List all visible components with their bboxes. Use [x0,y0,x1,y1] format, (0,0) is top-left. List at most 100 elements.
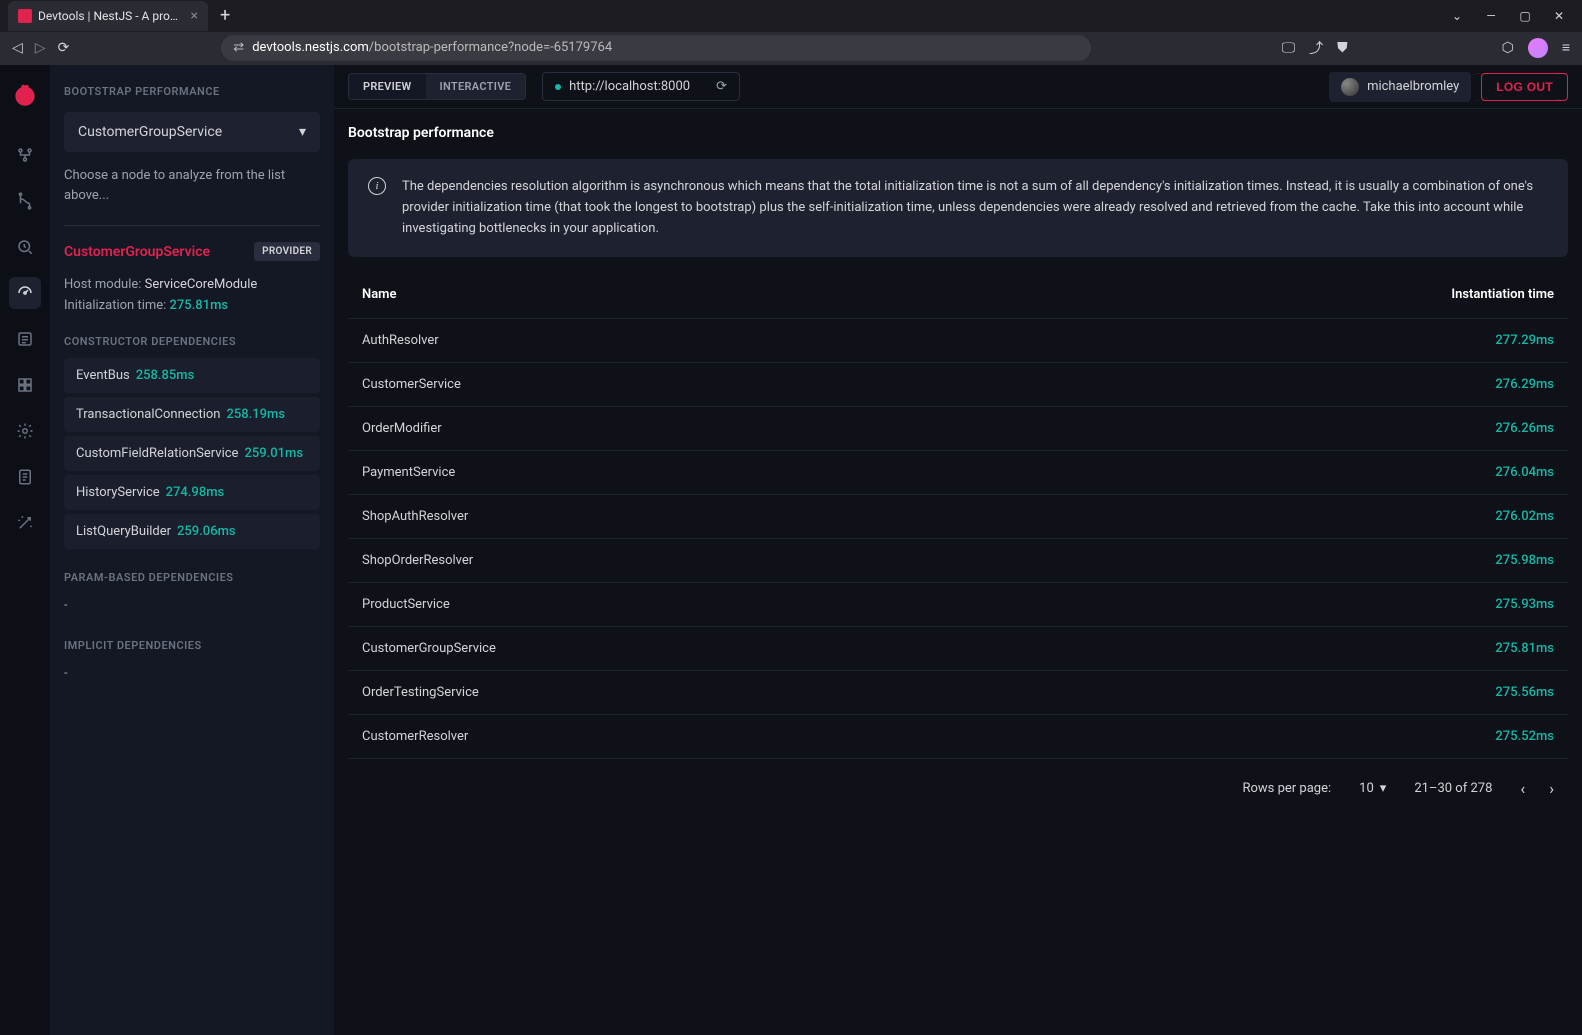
user-chip[interactable]: michaelbromley [1329,72,1471,102]
main: PREVIEW INTERACTIVE http://localhost:800… [334,65,1582,1035]
new-tab-button[interactable]: + [220,5,230,26]
lock-icon: ⇄ [233,40,244,55]
info-icon: i [368,177,386,195]
panel-heading: BOOTSTRAP PERFORMANCE [64,85,320,98]
rail-list-icon[interactable] [9,323,41,355]
row-time: 275.93ms [1394,597,1554,612]
rail-speed-icon[interactable] [9,277,41,309]
page-nav: ‹ › [1520,779,1554,798]
rail-doc-icon[interactable] [9,461,41,493]
init-time-row: Initialization time: 275.81ms [64,298,320,313]
share-icon[interactable]: ⤴ [1309,38,1323,58]
row-time: 276.02ms [1394,509,1554,524]
table-row[interactable]: CustomerService276.29ms [348,363,1568,407]
shield-icon[interactable]: ⛊ [1337,40,1348,56]
url-host: devtools.nestjs.com [252,40,369,55]
constructor-deps-list: EventBus 258.85ms TransactionalConnection… [64,358,320,549]
row-name: CustomerService [362,377,1394,392]
desktop-icon[interactable]: 🖵 [1282,40,1296,56]
avatar [1341,78,1359,96]
rpp-select[interactable]: 10 ▾ [1359,781,1386,796]
minimize-button[interactable]: — [1484,9,1498,23]
menu-icon[interactable]: ≡ [1562,39,1570,56]
favicon [18,9,32,23]
reload-button[interactable]: ⟳ [58,40,70,56]
host-module-value: ServiceCoreModule [145,277,258,292]
col-time-header: Instantiation time [1394,287,1554,302]
app: BOOTSTRAP PERFORMANCE CustomerGroupServi… [0,65,1582,1035]
table-row[interactable]: PaymentService276.04ms [348,451,1568,495]
nav-bar: ◁ ▷ ⟳ ⇄ devtools.nestjs.com/bootstrap-pe… [0,32,1582,65]
rail-grid-icon[interactable] [9,369,41,401]
table-row[interactable]: ShopAuthResolver276.02ms [348,495,1568,539]
close-window-button[interactable]: ✕ [1552,9,1566,23]
page-range: 21–30 of 278 [1414,781,1492,796]
table-row[interactable]: CustomerResolver275.52ms [348,715,1568,759]
forward-button[interactable]: ▷ [35,40,46,56]
dep-item[interactable]: TransactionalConnection 258.19ms [64,397,320,432]
row-name: ShopOrderResolver [362,553,1394,568]
window-controls: ⌄ — ▢ ✕ [1450,9,1582,23]
interactive-tab[interactable]: INTERACTIVE [426,74,526,99]
dep-item[interactable]: EventBus 258.85ms [64,358,320,393]
dep-time: 258.19ms [226,407,285,422]
status-dot [555,84,561,90]
dep-time: 274.98ms [166,485,225,500]
profile-avatar[interactable] [1528,38,1548,58]
maximize-button[interactable]: ▢ [1518,9,1532,23]
rail-branch-icon[interactable] [9,185,41,217]
table-body: AuthResolver277.29msCustomerService276.2… [348,319,1568,759]
dep-item[interactable]: HistoryService 274.98ms [64,475,320,510]
node-select[interactable]: CustomerGroupService ▾ [64,112,320,152]
helper-text: Choose a node to analyze from the list a… [64,166,320,205]
implicit-deps-heading: IMPLICIT DEPENDENCIES [64,639,320,652]
rail-gear-icon[interactable] [9,415,41,447]
param-deps-empty: - [64,594,320,617]
dep-name: CustomFieldRelationService [76,446,238,461]
table-row[interactable]: ProductService275.93ms [348,583,1568,627]
table-row[interactable]: CustomerGroupService275.81ms [348,627,1568,671]
table-row[interactable]: OrderTestingService275.56ms [348,671,1568,715]
nestjs-logo[interactable] [11,83,39,111]
refresh-icon[interactable]: ⟳ [716,79,727,94]
dep-time: 259.01ms [244,446,303,461]
prev-page-button[interactable]: ‹ [1520,779,1525,798]
table-row[interactable]: AuthResolver277.29ms [348,319,1568,363]
browser-chrome: Devtools | NestJS - A progressive × + ⌄ … [0,0,1582,65]
rail-search-icon[interactable] [9,231,41,263]
side-panel: BOOTSTRAP PERFORMANCE CustomerGroupServi… [50,65,334,1035]
chevron-down-icon[interactable]: ⌄ [1450,9,1464,23]
dep-item[interactable]: ListQueryBuilder 259.06ms [64,514,320,549]
rail-graph-icon[interactable] [9,139,41,171]
extensions-icon[interactable]: ⬡ [1502,40,1514,56]
next-page-button[interactable]: › [1549,779,1554,798]
host-chip[interactable]: http://localhost:8000 ⟳ [542,72,740,101]
row-time: 277.29ms [1394,333,1554,348]
row-name: ProductService [362,597,1394,612]
row-name: OrderTestingService [362,685,1394,700]
close-icon[interactable]: × [191,8,198,24]
browser-tab[interactable]: Devtools | NestJS - A progressive × [8,1,208,31]
table-row[interactable]: OrderModifier276.26ms [348,407,1568,451]
preview-tab[interactable]: PREVIEW [349,74,426,99]
col-name-header: Name [362,287,1394,302]
back-button[interactable]: ◁ [12,40,23,56]
param-deps-heading: PARAM-BASED DEPENDENCIES [64,571,320,584]
content: Bootstrap performance i The dependencies… [334,109,1582,1035]
url-path: /bootstrap-performance?node=-65179764 [369,40,612,55]
rail-wand-icon[interactable] [9,507,41,539]
node-title: CustomerGroupService [64,244,210,260]
table-row[interactable]: ShopOrderResolver275.98ms [348,539,1568,583]
row-time: 275.56ms [1394,685,1554,700]
url-bar[interactable]: ⇄ devtools.nestjs.com/bootstrap-performa… [221,35,1091,61]
browser-right-icons: 🖵 ⤴ ⛊ ⬡ ≡ [1282,38,1570,58]
dep-item[interactable]: CustomFieldRelationService 259.01ms [64,436,320,471]
row-name: OrderModifier [362,421,1394,436]
node-select-value: CustomerGroupService [78,124,222,140]
row-time: 276.04ms [1394,465,1554,480]
logout-button[interactable]: LOG OUT [1481,73,1568,101]
host-module-label: Host module: [64,277,141,292]
host-url: http://localhost:8000 [569,79,690,94]
row-name: CustomerGroupService [362,641,1394,656]
node-title-row: CustomerGroupService PROVIDER [64,242,320,261]
